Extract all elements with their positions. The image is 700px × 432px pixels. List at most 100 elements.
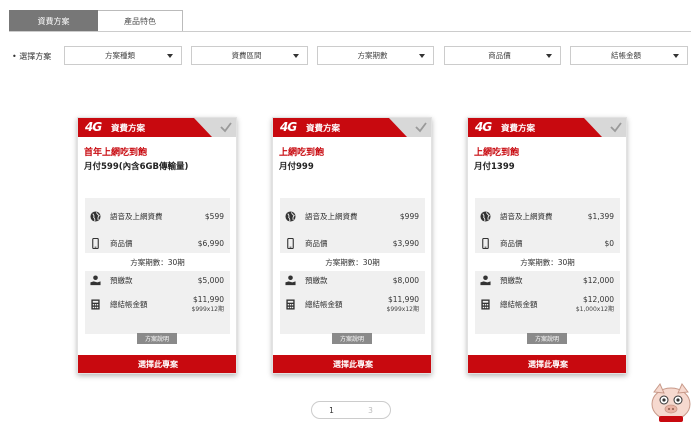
total-value-group: $11,990 $999x12期 [387,295,419,313]
prepay-label: 預繳款 [305,275,328,285]
device-price-label: 商品價 [500,238,523,248]
total-value-group: $12,000 $1,000x12期 [576,295,614,313]
select-plan-button[interactable]: 選擇此專案 [468,355,626,373]
dropdown-device-price-text: 商品價 [488,51,511,60]
globe-icon [285,211,296,222]
phone-icon [92,237,99,249]
tab-rate-plans[interactable]: 資費方案 [9,10,98,32]
select-plan-button[interactable]: 選擇此專案 [273,355,431,373]
4g-logo: 4G [85,120,102,134]
prepay-value: $5,000 [197,275,224,285]
prepay-row: 預繳款 $12,000 [475,271,620,289]
dropdown-plan-type[interactable]: 方案種類 [64,46,182,65]
4g-logo: 4G [475,120,492,134]
plan-period-text: 方案期數：30期 [520,257,575,267]
card-header-title: 資費方案 [306,124,341,134]
voice-data-value: $999 [399,212,419,221]
calculator-icon [481,298,490,310]
plan-card-2: 4G 資費方案 上網吃到飽 月付999 語音及上網資費 $999 商品價 $3,… [272,117,432,374]
voice-data-value: $1,399 [587,212,614,221]
plan-card-3: 4G 資費方案 上網吃到飽 月付1399 語音及上網資費 $1,399 商品價 … [467,117,627,374]
prepay-row: 預繳款 $8,000 [280,271,425,289]
caret-down-icon [419,53,425,58]
prepay-value: $8,000 [392,275,419,285]
page-current[interactable]: 1 [312,406,351,415]
device-price-row: 商品價 $3,990 [280,233,425,253]
caret-down-icon [673,53,679,58]
device-price-value: $6,990 [197,238,224,248]
voice-data-value: $599 [204,212,224,221]
dropdown-plan-period-text: 方案期數 [357,51,388,60]
total-value: $11,990 [192,295,224,304]
card-header: 4G 資費方案 [78,118,236,137]
dropdown-device-price[interactable]: 商品價 [444,46,561,65]
filter-label: • 選擇方案 [12,52,52,61]
card-header-title: 資費方案 [501,124,536,134]
caret-down-icon [293,53,299,58]
period-row: 方案期數：30期 [475,253,620,271]
page-other[interactable]: 3 [351,406,390,415]
plan-title: 首年上網吃到飽 [84,148,148,158]
caret-down-icon [167,53,173,58]
total-value: $12,000 [582,295,614,304]
plan-details: 語音及上網資費 $1,399 商品價 $0 方案期數：30期 預繳款 $12,0… [475,198,620,334]
dropdown-total-amount[interactable]: 結帳金額 [570,46,688,65]
total-row: 總結帳金額 $12,000 $1,000x12期 [475,289,620,319]
plan-title: 上網吃到飽 [474,148,520,158]
filter-label-text: 選擇方案 [19,52,52,61]
voice-data-label: 語音及上網資費 [110,212,163,221]
prepay-row: 預繳款 $5,000 [85,271,230,289]
total-note: $999x12期 [386,306,419,313]
total-label: 總結帳金額 [305,299,343,309]
dropdown-rate-range-text: 資費區間 [231,51,262,60]
voice-data-row: 語音及上網資費 $599 [85,200,230,233]
calculator-icon [91,298,100,310]
hand-coin-icon [90,274,101,285]
card-header-title: 資費方案 [111,124,146,134]
plan-subtitle: 月付599(內含6GB傳輸量) [84,162,189,172]
dropdown-total-amount-text: 結帳金額 [611,51,641,60]
device-price-label: 商品價 [110,238,133,248]
total-label: 總結帳金額 [500,299,538,309]
prepay-label: 預繳款 [110,275,133,285]
device-price-label: 商品價 [305,238,328,248]
pig-mascot-icon [651,383,691,422]
dropdown-rate-range[interactable]: 資費區間 [191,46,308,65]
check-icon [584,118,626,137]
plan-details: 語音及上網資費 $999 商品價 $3,990 方案期數：30期 預繳款 $8,… [280,198,425,334]
total-value-group: $11,990 $999x12期 [192,295,224,313]
check-icon [389,118,431,137]
total-value: $11,990 [387,295,419,304]
phone-icon [482,237,489,249]
device-price-value: $3,990 [392,238,419,248]
hand-coin-icon [480,274,491,285]
voice-data-row: 語音及上網資費 $1,399 [475,200,620,233]
plan-description-button[interactable]: 方案說明 [332,333,372,344]
device-price-row: 商品價 $0 [475,233,620,253]
period-row: 方案期數：30期 [85,253,230,271]
plan-description-button[interactable]: 方案說明 [527,333,567,344]
voice-data-label: 語音及上網資費 [305,212,358,221]
total-label: 總結帳金額 [110,299,148,309]
period-row: 方案期數：30期 [280,253,425,271]
total-row: 總結帳金額 $11,990 $999x12期 [280,289,425,319]
phone-icon [287,237,294,249]
globe-icon [90,211,101,222]
plan-title: 上網吃到飽 [279,148,325,158]
tab-divider [9,31,691,32]
tab-product-features[interactable]: 產品特色 [98,10,183,32]
select-plan-button[interactable]: 選擇此專案 [78,355,236,373]
plan-description-button[interactable]: 方案說明 [137,333,177,344]
dropdown-plan-period[interactable]: 方案期數 [317,46,434,65]
card-header: 4G 資費方案 [273,118,431,137]
plan-card-1: 4G 資費方案 首年上網吃到飽 月付599(內含6GB傳輸量) 語音及上網資費 … [77,117,237,374]
prepay-value: $12,000 [582,275,614,285]
device-price-row: 商品價 $6,990 [85,233,230,253]
caret-down-icon [546,53,552,58]
total-note: $999x12期 [191,306,224,313]
voice-data-row: 語音及上網資費 $999 [280,200,425,233]
prepay-label: 預繳款 [500,275,523,285]
calculator-icon [286,298,295,310]
total-row: 總結帳金額 $11,990 $999x12期 [85,289,230,319]
plan-period-text: 方案期數：30期 [325,257,380,267]
